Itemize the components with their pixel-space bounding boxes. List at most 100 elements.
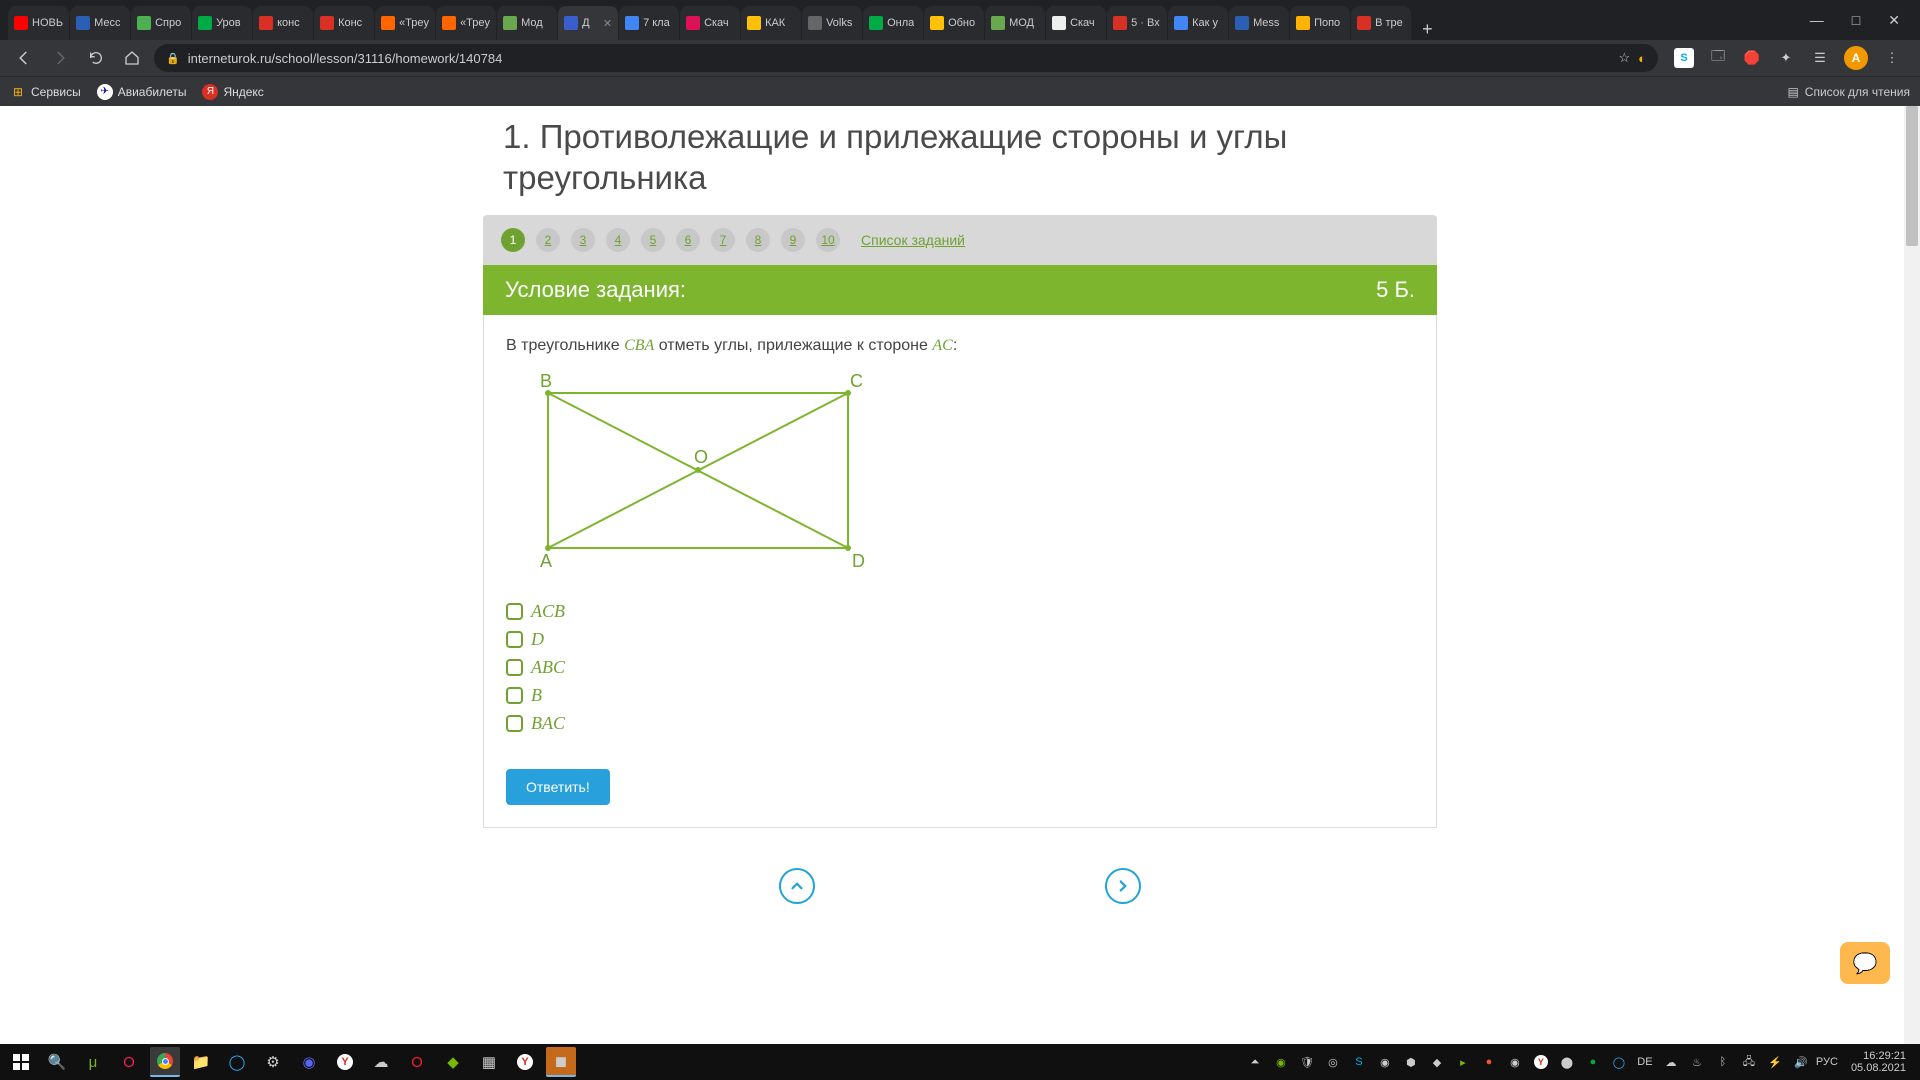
answer-option[interactable]: D	[506, 629, 1414, 650]
browser-tab[interactable]: «Трeу	[436, 6, 496, 40]
browser-tab[interactable]: Месс	[70, 6, 130, 40]
new-tab-button[interactable]: +	[1412, 19, 1443, 40]
taskbar-discord[interactable]: ◉	[294, 1047, 324, 1077]
tray-app4[interactable]: ◉	[1505, 1052, 1525, 1072]
tray-app1[interactable]: ⬢	[1401, 1052, 1421, 1072]
apps-bookmark[interactable]: ⊞ Сервисы	[10, 84, 81, 100]
browser-tab[interactable]: Mess	[1229, 6, 1289, 40]
task-number-9[interactable]: 9	[781, 228, 805, 252]
checkbox[interactable]	[506, 631, 523, 648]
home-button[interactable]	[118, 44, 146, 72]
tray-skype[interactable]: S	[1349, 1052, 1369, 1072]
extensions-icon[interactable]: ✦	[1776, 48, 1796, 68]
browser-tab[interactable]: Скач	[680, 6, 740, 40]
back-button[interactable]	[10, 44, 38, 72]
tray-app3[interactable]: ●	[1479, 1052, 1499, 1072]
chat-widget[interactable]	[1840, 942, 1890, 984]
browser-tab[interactable]: КАК	[741, 6, 801, 40]
forward-button[interactable]	[46, 44, 74, 72]
ext-adblock-icon[interactable]: 🛑	[1742, 48, 1762, 68]
tray-yandex[interactable]: Y	[1531, 1052, 1551, 1072]
next-task-button[interactable]	[1105, 868, 1141, 904]
checkbox[interactable]	[506, 603, 523, 620]
ext-translate-icon[interactable]: 🗔	[1708, 48, 1728, 68]
checkbox[interactable]	[506, 687, 523, 704]
browser-tab[interactable]: Volks	[802, 6, 862, 40]
star-icon[interactable]: ☆	[1618, 50, 1630, 66]
tray-app2[interactable]: ◆	[1427, 1052, 1447, 1072]
answer-option[interactable]: B	[506, 685, 1414, 706]
close-tab-icon[interactable]: ✕	[603, 17, 612, 30]
browser-tab[interactable]: 5 · Вх	[1107, 6, 1167, 40]
task-number-8[interactable]: 8	[746, 228, 770, 252]
browser-tab[interactable]: НОВЬ	[8, 6, 69, 40]
answer-option[interactable]: BAC	[506, 713, 1414, 734]
prev-task-button[interactable]	[779, 868, 815, 904]
taskbar-chrome[interactable]	[150, 1047, 180, 1077]
search-button[interactable]: 🔍	[42, 1047, 72, 1077]
bookmark-aviatickets[interactable]: ✈ Авиабилеты	[97, 84, 187, 100]
scrollbar[interactable]	[1904, 106, 1920, 1044]
tray-volume[interactable]: 🔊	[1791, 1052, 1811, 1072]
tray-app8[interactable]: ☁	[1661, 1052, 1681, 1072]
tray-msi[interactable]: 🛡	[1297, 1052, 1317, 1072]
task-number-5[interactable]: 5	[641, 228, 665, 252]
taskbar-nvidia[interactable]: ◆	[438, 1047, 468, 1077]
taskbar-yandex[interactable]: Y	[330, 1047, 360, 1077]
scrollbar-thumb[interactable]	[1906, 106, 1918, 246]
taskbar-window[interactable]: ▦	[474, 1047, 504, 1077]
maximize-button[interactable]: □	[1852, 12, 1860, 28]
tray-lang-switch[interactable]: DE	[1635, 1052, 1655, 1072]
reading-list[interactable]: ▤ Список для чтения	[1787, 85, 1910, 99]
tray-app5[interactable]: ⬤	[1557, 1052, 1577, 1072]
tray-network[interactable]: 🖧	[1739, 1052, 1759, 1072]
browser-tab[interactable]: Обно	[924, 6, 984, 40]
taskbar-yandex-disk[interactable]: ☁	[366, 1047, 396, 1077]
browser-tab[interactable]: В тре	[1351, 6, 1411, 40]
tray-steam[interactable]: ◉	[1375, 1052, 1395, 1072]
extension-cookie-icon[interactable]: ◐	[1638, 51, 1646, 66]
task-number-3[interactable]: 3	[571, 228, 595, 252]
submit-button[interactable]: Ответить!	[506, 769, 610, 805]
task-number-1[interactable]: 1	[501, 228, 525, 252]
taskbar-app[interactable]: ◼	[546, 1047, 576, 1077]
close-window-button[interactable]: ✕	[1888, 12, 1900, 29]
browser-tab[interactable]: Попо	[1290, 6, 1350, 40]
ext-menu-icon[interactable]: ☰	[1810, 48, 1830, 68]
minimize-button[interactable]: —	[1810, 12, 1824, 28]
tray-lang[interactable]: РУС	[1817, 1052, 1837, 1072]
checkbox[interactable]	[506, 659, 523, 676]
browser-tab[interactable]: Д✕	[558, 6, 618, 40]
chrome-menu-icon[interactable]: ⋮	[1882, 48, 1902, 68]
checkbox[interactable]	[506, 715, 523, 732]
start-button[interactable]	[6, 1047, 36, 1077]
tray-discord[interactable]: ◎	[1323, 1052, 1343, 1072]
answer-option[interactable]: ABC	[506, 657, 1414, 678]
tray-battery[interactable]: ⚡	[1765, 1052, 1785, 1072]
task-number-6[interactable]: 6	[676, 228, 700, 252]
browser-tab[interactable]: Онла	[863, 6, 923, 40]
browser-tab[interactable]: Спро	[131, 6, 191, 40]
tray-nvidia[interactable]: ◉	[1271, 1052, 1291, 1072]
profile-avatar[interactable]: А	[1844, 46, 1868, 70]
tray-overflow[interactable]: ⏶	[1245, 1052, 1265, 1072]
task-number-10[interactable]: 10	[816, 228, 840, 252]
browser-tab[interactable]: 7 кла	[619, 6, 679, 40]
tray-nvidia2[interactable]: ▸	[1453, 1052, 1473, 1072]
taskbar-opera-gx[interactable]: O	[114, 1047, 144, 1077]
browser-tab[interactable]: конс	[253, 6, 313, 40]
task-number-4[interactable]: 4	[606, 228, 630, 252]
task-number-7[interactable]: 7	[711, 228, 735, 252]
ext-skype-icon[interactable]: S	[1674, 48, 1694, 68]
browser-tab[interactable]: Скач	[1046, 6, 1106, 40]
browser-tab[interactable]: Уров	[192, 6, 252, 40]
task-number-2[interactable]: 2	[536, 228, 560, 252]
browser-tab[interactable]: Как у	[1168, 6, 1228, 40]
taskbar-explorer[interactable]: 📁	[186, 1047, 216, 1077]
taskbar-steam[interactable]: ⚙	[258, 1047, 288, 1077]
taskbar-yandex2[interactable]: Y	[510, 1047, 540, 1077]
taskbar-utorrent[interactable]: μ	[78, 1047, 108, 1077]
browser-tab[interactable]: МОД	[985, 6, 1045, 40]
taskbar-cortana[interactable]: ◯	[222, 1047, 252, 1077]
tray-app7[interactable]: ◯	[1609, 1052, 1629, 1072]
